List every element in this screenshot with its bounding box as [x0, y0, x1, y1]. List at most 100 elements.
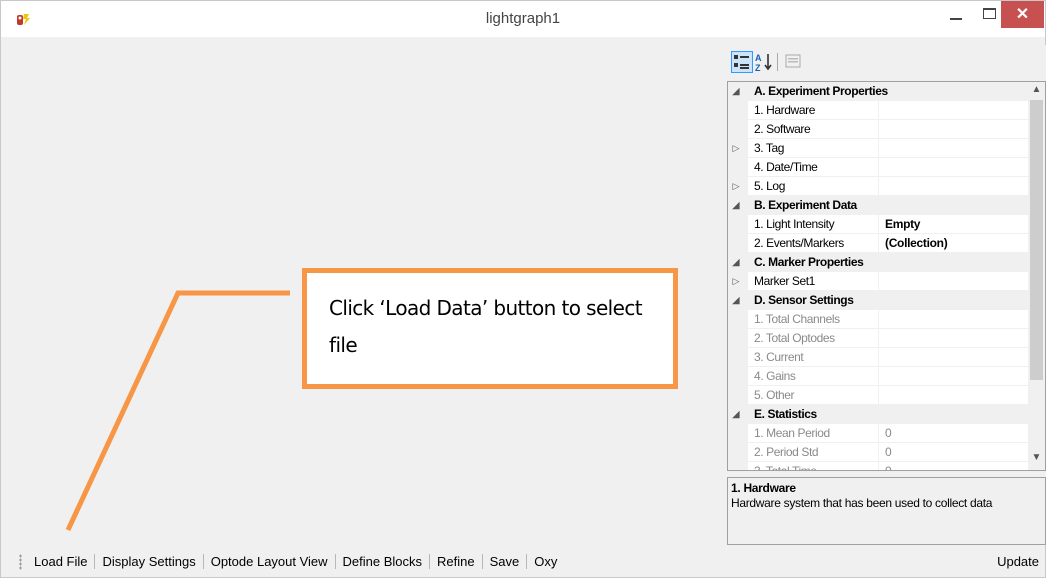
property-name: 1. Total Channels [754, 312, 840, 326]
column-divider [878, 424, 879, 443]
toolstrip-separator [429, 554, 431, 569]
toolstrip-button[interactable]: Display Settings [102, 554, 195, 569]
column-divider [878, 462, 879, 470]
property-name: 2. Total Optodes [754, 331, 835, 345]
property-name: 2. Events/Markers [754, 236, 844, 250]
collapse-arrow-icon[interactable]: ◢ [728, 405, 744, 424]
toolstrip-button[interactable]: Define Blocks [343, 554, 422, 569]
column-divider [878, 386, 879, 405]
toolstrip-button[interactable]: Oxy [534, 554, 557, 569]
property-row[interactable]: ▷ Marker Set1 [728, 272, 1028, 291]
property-value[interactable]: Empty [885, 215, 920, 234]
annotation-callout: Click ‘Load Data’ button to select file [302, 268, 678, 389]
property-row[interactable]: ▷ 5. Log [728, 177, 1028, 196]
property-name: 3. Total Time [754, 464, 817, 471]
property-row[interactable]: 1. Hardware [728, 101, 1028, 120]
property-row[interactable]: 5. Other [728, 386, 1028, 405]
property-name: 2. Period Std [754, 445, 819, 459]
property-category[interactable]: ◢ A. Experiment Properties [728, 82, 1028, 101]
toolstrip-separator [481, 554, 483, 569]
property-row[interactable]: 1. Light Intensity Empty [728, 215, 1028, 234]
property-row[interactable]: 1. Mean Period 0 [728, 424, 1028, 443]
property-row[interactable]: ▷ 3. Tag [728, 139, 1028, 158]
column-divider [878, 177, 879, 196]
property-name: 3. Tag [754, 141, 785, 155]
scroll-up-icon[interactable]: ▲ [1028, 84, 1045, 95]
maximize-icon [983, 8, 996, 19]
property-row[interactable]: 2. Period Std 0 [728, 443, 1028, 462]
property-row[interactable]: 1. Total Channels [728, 310, 1028, 329]
categorized-button[interactable] [731, 51, 753, 73]
category-label: A. Experiment Properties [754, 84, 888, 98]
close-icon: ✕ [1015, 6, 1030, 23]
toolstrip-button[interactable]: Refine [437, 554, 475, 569]
property-description-panel: 1. Hardware Hardware system that has bee… [727, 477, 1046, 545]
close-button[interactable]: ✕ [1001, 1, 1044, 28]
category-label: D. Sensor Settings [754, 293, 854, 307]
property-grid-toolbar: A Z [727, 45, 1046, 81]
row-gutter [728, 424, 748, 443]
categorized-icon [734, 55, 749, 69]
collapse-arrow-icon[interactable]: ◢ [728, 82, 744, 101]
property-list-scrollbar[interactable]: ▲ ▼ [1028, 82, 1045, 470]
property-value[interactable]: (Collection) [885, 234, 948, 253]
column-divider [878, 215, 879, 234]
window-title: lightgraph1 [485, 10, 561, 27]
toolstrip-button[interactable]: Optode Layout View [211, 554, 328, 569]
property-category[interactable]: ◢ E. Statistics [728, 405, 1028, 424]
property-row[interactable]: 3. Total Time 0 [728, 462, 1028, 471]
expand-arrow-icon[interactable]: ▷ [728, 272, 744, 291]
property-list[interactable]: ◢ A. Experiment Properties 1. Hardware 2. S… [727, 81, 1046, 471]
row-gutter [728, 443, 748, 462]
property-row[interactable]: 3. Current [728, 348, 1028, 367]
column-divider [878, 310, 879, 329]
column-divider [878, 348, 879, 367]
property-value[interactable]: 0 [885, 462, 892, 470]
row-gutter [728, 234, 748, 253]
toolstrip-separator [526, 554, 528, 569]
column-divider [878, 120, 879, 139]
row-gutter [728, 367, 748, 386]
property-rows: ◢ A. Experiment Properties 1. Hardware 2. S… [728, 82, 1045, 471]
collapse-arrow-icon[interactable]: ◢ [728, 196, 744, 215]
alphabetical-icon: A Z [755, 53, 772, 73]
expand-arrow-icon[interactable]: ▷ [728, 139, 744, 158]
toolstrip-separator [334, 554, 336, 569]
property-row[interactable]: 4. Date/Time [728, 158, 1028, 177]
property-category[interactable]: ◢ C. Marker Properties [728, 253, 1028, 272]
property-pages-button[interactable] [783, 51, 805, 73]
property-value[interactable]: 0 [885, 443, 892, 462]
property-row[interactable]: 4. Gains [728, 367, 1028, 386]
property-value[interactable]: 0 [885, 424, 892, 443]
collapse-arrow-icon[interactable]: ◢ [728, 253, 744, 272]
title-bar[interactable]: lightgraph1 ✕ [1, 1, 1045, 37]
alphabetical-button[interactable]: A Z [754, 51, 776, 73]
property-row[interactable]: 2. Software [728, 120, 1028, 139]
row-gutter [728, 348, 748, 367]
minimize-button[interactable] [939, 1, 973, 29]
property-category[interactable]: ◢ D. Sensor Settings [728, 291, 1028, 310]
toolstrip-button[interactable]: Load File [34, 554, 87, 569]
scroll-thumb[interactable] [1030, 100, 1043, 380]
expand-arrow-icon[interactable]: ▷ [728, 177, 744, 196]
toolstrip-separator [202, 554, 204, 569]
toolstrip-button[interactable]: Save [490, 554, 520, 569]
toolstrip-grip-icon[interactable] [19, 554, 22, 570]
description-title: 1. Hardware [731, 481, 796, 495]
description-text: Hardware system that has been used to co… [731, 496, 993, 510]
scroll-down-icon[interactable]: ▼ [1028, 452, 1045, 463]
property-name: 1. Mean Period [754, 426, 830, 440]
property-row[interactable]: 2. Total Optodes [728, 329, 1028, 348]
property-name: 2. Software [754, 122, 811, 136]
row-gutter [728, 120, 748, 139]
toolbar-separator [777, 53, 778, 71]
property-category[interactable]: ◢ B. Experiment Data [728, 196, 1028, 215]
bottom-toolstrip: Load File Display Settings Optode Layout V… [1, 547, 1045, 577]
category-label: C. Marker Properties [754, 255, 864, 269]
annotation-text: Click ‘Load Data’ button to select file [329, 296, 643, 357]
row-gutter [728, 386, 748, 405]
property-name: 5. Other [754, 388, 795, 402]
property-row[interactable]: 2. Events/Markers (Collection) [728, 234, 1028, 253]
collapse-arrow-icon[interactable]: ◢ [728, 291, 744, 310]
update-button[interactable]: Update [997, 554, 1039, 569]
